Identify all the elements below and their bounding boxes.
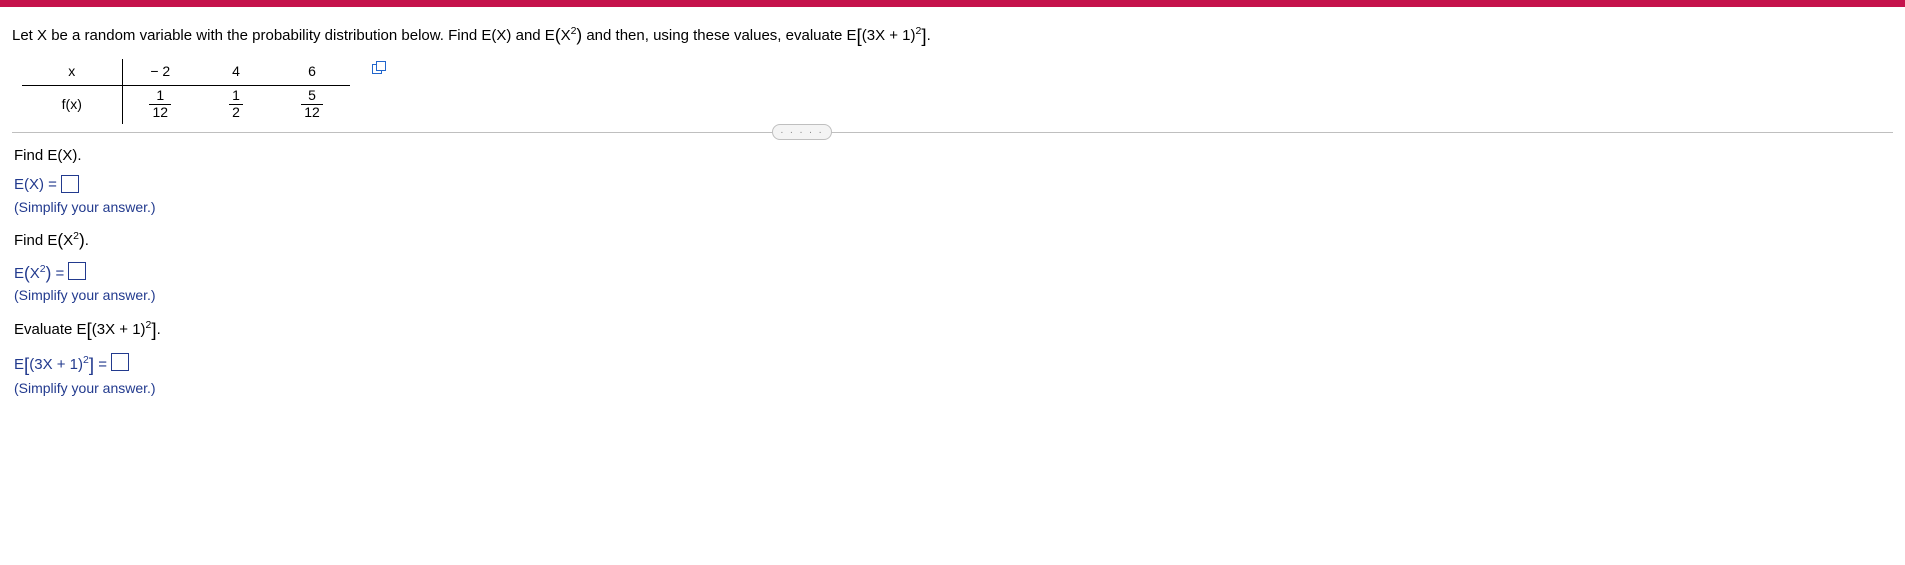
s2l-exp: 2 — [40, 263, 46, 275]
answer-section: Find E(X). E(X) = (Simplify your answer.… — [12, 147, 1893, 396]
s2-base: X — [63, 232, 73, 249]
expand-pill[interactable]: . . . . . — [772, 124, 832, 140]
copy-icon[interactable] — [372, 61, 386, 74]
answer-input-final[interactable] — [111, 353, 129, 371]
step2-lhs: E(X2) = — [14, 260, 64, 286]
s3l-exp: 2 — [83, 354, 89, 366]
distribution-section: x − 2 4 6 f(x) 1 12 1 2 — [12, 59, 1893, 124]
fx-value-1: 1 2 — [198, 86, 274, 124]
s2-pc: ) — [79, 230, 85, 250]
step1-prompt: Find E(X). — [14, 147, 1893, 164]
answer-input-ex[interactable] — [61, 175, 79, 193]
denominator: 12 — [149, 105, 171, 120]
s3l-inner: (3X + 1) — [29, 356, 83, 373]
distribution-table: x − 2 4 6 f(x) 1 12 1 2 — [22, 59, 350, 124]
step1-lhs: E(X) = — [14, 174, 57, 197]
numerator: 1 — [149, 88, 171, 104]
step-1: Find E(X). E(X) = (Simplify your answer.… — [14, 147, 1893, 215]
q-bracket-open: [ — [857, 25, 862, 46]
fx-value-0: 1 12 — [122, 86, 198, 124]
step3-prompt: Evaluate E[(3X + 1)2]. — [14, 317, 1893, 339]
s2l-post: = — [51, 265, 64, 282]
step3-lhs: E[(3X + 1)2] = — [14, 349, 107, 377]
section-divider: . . . . . — [12, 132, 1893, 133]
x-label: x — [22, 59, 122, 86]
s3-pre: Evaluate E — [14, 321, 87, 338]
step3-equation: E[(3X + 1)2] = — [14, 349, 1893, 377]
step2-hint: (Simplify your answer.) — [14, 287, 1893, 303]
step1-equation: E(X) = — [14, 174, 1893, 197]
fx-label: f(x) — [22, 86, 122, 124]
s3l-bo: [ — [24, 354, 29, 375]
s2-post: . — [85, 232, 89, 249]
fraction: 1 2 — [229, 88, 243, 120]
step2-equation: E(X2) = — [14, 260, 1893, 286]
s2l-pre: E — [14, 265, 24, 282]
s3-inner: (3X + 1) — [92, 321, 146, 338]
step1-hint: (Simplify your answer.) — [14, 199, 1893, 215]
q-bracket-close: ] — [921, 25, 926, 46]
s2l-base: X — [30, 265, 40, 282]
denominator: 2 — [229, 105, 243, 120]
q-paren-close: ) — [576, 25, 582, 45]
s2-pre: Find E — [14, 232, 57, 249]
s3l-pre: E — [14, 356, 24, 373]
content-area: Let X be a random variable with the prob… — [0, 7, 1905, 396]
q-paren-open: ( — [555, 25, 561, 45]
numerator: 1 — [229, 88, 243, 104]
numerator: 5 — [301, 88, 323, 104]
question-text: Let X be a random variable with the prob… — [12, 21, 1893, 47]
s3l-bc: ] — [89, 354, 94, 375]
step2-prompt: Find E(X2). — [14, 229, 1893, 250]
s3-post: . — [157, 321, 161, 338]
divider-line — [12, 132, 1893, 133]
s2-po: ( — [57, 230, 63, 250]
s2l-po: ( — [24, 263, 30, 283]
x-value-2: 6 — [274, 59, 350, 86]
x-value-0: − 2 — [122, 59, 198, 86]
table-row: f(x) 1 12 1 2 5 12 — [22, 86, 350, 124]
q-part1: Let X be a random variable with the prob… — [12, 27, 555, 44]
denominator: 12 — [301, 105, 323, 120]
step-3: Evaluate E[(3X + 1)2]. E[(3X + 1)2] = (S… — [14, 317, 1893, 395]
step-2: Find E(X2). E(X2) = (Simplify your answe… — [14, 229, 1893, 304]
x-value-1: 4 — [198, 59, 274, 86]
fraction: 1 12 — [149, 88, 171, 120]
step3-hint: (Simplify your answer.) — [14, 380, 1893, 396]
fraction: 5 12 — [301, 88, 323, 120]
s3l-post: = — [94, 356, 107, 373]
answer-input-ex2[interactable] — [68, 262, 86, 280]
q-part2: and then, using these values, evaluate E — [582, 27, 856, 44]
q-period: . — [927, 27, 931, 44]
q-inner1: (3X + 1) — [862, 27, 916, 44]
q-x2-base: X — [561, 27, 571, 44]
top-accent-bar — [0, 0, 1905, 7]
table-row: x − 2 4 6 — [22, 59, 350, 86]
s3-bo: [ — [87, 319, 92, 340]
s2l-pc: ) — [46, 263, 52, 283]
fx-value-2: 5 12 — [274, 86, 350, 124]
s3-bc: ] — [151, 319, 156, 340]
